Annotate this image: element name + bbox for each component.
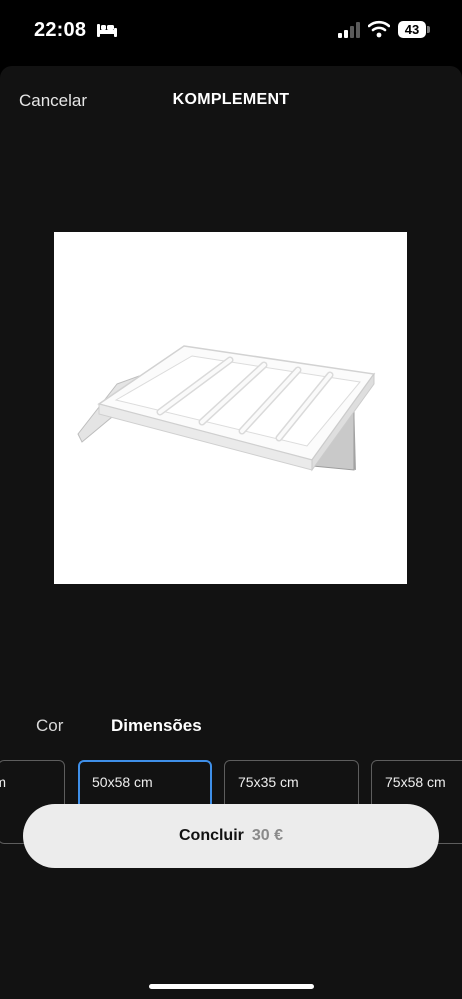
tab-color[interactable]: Cor bbox=[36, 716, 63, 736]
size-option-label: m bbox=[0, 774, 6, 790]
bed-icon bbox=[97, 24, 117, 37]
done-button[interactable]: Concluir 30 € bbox=[23, 804, 439, 868]
status-bar: 22:08 43 bbox=[0, 0, 462, 62]
done-button-label: Concluir bbox=[178, 827, 244, 844]
size-option-label: 50x58 cm bbox=[92, 774, 153, 790]
status-time: 22:08 bbox=[34, 19, 87, 41]
size-option-label: 75x58 cm bbox=[385, 774, 446, 790]
tab-dimensions[interactable]: Dimensões bbox=[111, 716, 202, 736]
page-title: KOMPLEMENT bbox=[172, 91, 290, 108]
product-image bbox=[54, 232, 407, 584]
pull-out-trouser-hanger-illustration bbox=[77, 345, 376, 472]
cellular-signal-icon bbox=[338, 22, 360, 38]
battery-icon: 43 bbox=[398, 21, 426, 38]
home-indicator[interactable] bbox=[149, 984, 314, 989]
wifi-icon bbox=[368, 20, 390, 38]
battery-nub bbox=[427, 26, 430, 33]
size-option-label: 75x35 cm bbox=[238, 774, 299, 790]
price-label: 30 € bbox=[251, 827, 284, 844]
